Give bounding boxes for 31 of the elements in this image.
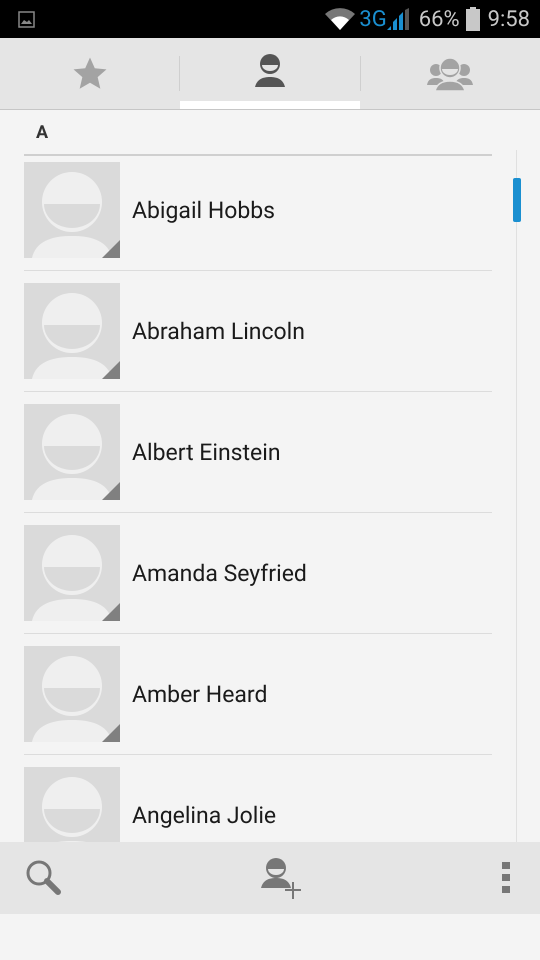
person-icon bbox=[254, 52, 286, 86]
contact-name: Angelina Jolie bbox=[132, 802, 276, 828]
star-icon bbox=[72, 56, 108, 92]
group-icon bbox=[426, 56, 474, 90]
section-letter: A bbox=[36, 122, 48, 142]
battery-percentage: 66% bbox=[418, 6, 460, 32]
avatar-icon bbox=[24, 525, 120, 621]
contact-name: Abraham Lincoln bbox=[132, 318, 305, 344]
wifi-icon bbox=[325, 8, 356, 30]
network-type: 3G bbox=[359, 6, 387, 32]
contact-row[interactable]: Abigail Hobbs bbox=[24, 156, 492, 271]
signal-icon bbox=[386, 8, 411, 30]
contact-name: Abigail Hobbs bbox=[132, 196, 276, 224]
clock-time: 9:58 bbox=[488, 6, 530, 32]
avatar-icon bbox=[24, 404, 120, 500]
battery-icon bbox=[466, 7, 480, 31]
contact-row[interactable]: Amber Heard bbox=[24, 634, 492, 755]
scrollbar-thumb[interactable] bbox=[513, 178, 521, 222]
contact-name: Amanda Seyfried bbox=[132, 560, 307, 586]
image-icon bbox=[18, 10, 35, 28]
contact-name: Albert Einstein bbox=[132, 438, 281, 466]
avatar-icon bbox=[24, 283, 120, 379]
search-icon[interactable] bbox=[26, 860, 62, 896]
avatar-icon bbox=[24, 646, 120, 742]
more-options-icon[interactable] bbox=[502, 862, 510, 894]
contact-name: Amber Heard bbox=[132, 680, 268, 708]
avatar-icon bbox=[24, 162, 120, 258]
contact-row[interactable]: Abraham Lincoln bbox=[24, 271, 492, 392]
add-person-icon[interactable] bbox=[261, 857, 303, 899]
contact-row[interactable]: Albert Einstein bbox=[24, 392, 492, 513]
contact-row[interactable]: Amanda Seyfried bbox=[24, 513, 492, 634]
